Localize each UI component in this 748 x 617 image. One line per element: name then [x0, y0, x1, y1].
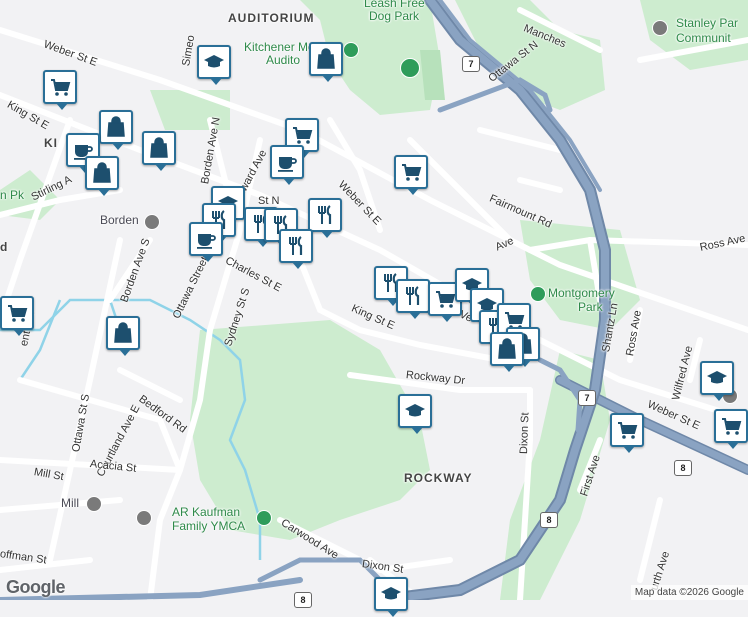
label-montgomery-park-1: Montgomery — [548, 286, 615, 300]
shopping-bag-icon — [93, 162, 111, 183]
road-st-n: St N — [258, 195, 280, 207]
grocery-3[interactable] — [394, 155, 428, 195]
school-pin-icon — [136, 510, 152, 526]
restaurant-7[interactable] — [396, 279, 430, 319]
shopping-2[interactable] — [99, 110, 133, 150]
education-6[interactable] — [700, 361, 734, 401]
label-dog-park-2: Dog Park — [369, 9, 420, 23]
grocery-8[interactable] — [714, 409, 748, 449]
map-canvas[interactable] — [0, 0, 748, 600]
label-park-fragment: n Pk — [0, 188, 25, 202]
label-borden-station: Borden — [100, 213, 139, 227]
shopping-bag-icon — [107, 116, 125, 137]
highway-8-shield: 8 — [540, 512, 558, 528]
grocery-4[interactable] — [0, 296, 34, 336]
google-logo: Google — [6, 577, 66, 597]
grocery-cart-icon — [402, 164, 422, 181]
mill-station-icon — [86, 496, 102, 512]
park-pin-icon — [343, 42, 359, 58]
highway-8-shield: 8 — [674, 460, 692, 476]
label-kitchener-memorial-2: Audito — [266, 53, 301, 67]
label-stanley-park-2: Communit — [676, 31, 731, 45]
education-icon — [707, 371, 727, 384]
grocery-cart-icon — [722, 418, 742, 435]
label-edge-fragment: d — [0, 240, 9, 254]
label-montgomery-park-2: Park — [578, 300, 603, 314]
shopping-bag-icon — [150, 137, 168, 158]
shopping-3[interactable] — [85, 156, 119, 196]
label-auditorium: AUDITORIUM — [228, 11, 315, 25]
label-rockway: ROCKWAY — [404, 471, 473, 485]
highway-7-shield: 7 — [462, 56, 480, 72]
education-icon — [381, 587, 401, 600]
highway-8-shield: 8 — [294, 592, 312, 608]
dog-park-pin-icon — [400, 58, 420, 78]
restaurant-icon — [318, 205, 332, 224]
borden-station-icon — [144, 214, 160, 230]
coffee-cup-icon — [278, 157, 297, 172]
shopping-bag-icon — [498, 338, 516, 359]
restaurant-icon — [406, 286, 420, 305]
grocery-cart-icon — [618, 422, 638, 439]
montgomery-park-pin-icon — [530, 286, 546, 302]
education-5[interactable] — [398, 394, 432, 434]
label-mill-station: Mill — [61, 496, 79, 510]
shopping-bag-icon — [317, 48, 335, 69]
restaurant-5[interactable] — [279, 229, 313, 269]
grocery-cart-icon — [8, 305, 28, 322]
shopping-4[interactable] — [142, 131, 176, 171]
church-pin-icon — [652, 20, 668, 36]
grocery-1[interactable] — [43, 70, 77, 110]
shopping-1[interactable] — [309, 42, 343, 82]
coffee-cup-icon — [197, 234, 216, 249]
shopping-7[interactable] — [490, 332, 524, 372]
cafe-2[interactable] — [270, 145, 304, 185]
road-dixon-st-vertical: Dixon St — [518, 412, 532, 455]
label-stanley-park-1: Stanley Par — [676, 16, 739, 30]
ymca-pin-icon — [256, 510, 272, 526]
education-1[interactable] — [197, 45, 231, 85]
cafe-3[interactable] — [189, 222, 223, 262]
highway-7-shield: 7 — [578, 390, 596, 406]
shopping-bag-icon — [114, 322, 132, 343]
map-attribution[interactable]: Map data ©2026 Google — [630, 585, 748, 600]
label-ymca-2: Family YMCA — [172, 519, 246, 533]
restaurant-4[interactable] — [308, 198, 342, 238]
label-district-fragment: KI — [44, 136, 58, 150]
grocery-7[interactable] — [610, 413, 644, 453]
shopping-5[interactable] — [106, 316, 140, 356]
grocery-cart-icon — [436, 291, 456, 308]
label-ymca-1: AR Kaufman — [172, 505, 241, 519]
grocery-cart-icon — [293, 127, 313, 144]
education-7[interactable] — [374, 577, 408, 617]
grocery-cart-icon — [51, 79, 71, 96]
education-icon — [204, 55, 224, 68]
restaurant-icon — [289, 236, 303, 255]
education-icon — [405, 404, 425, 417]
